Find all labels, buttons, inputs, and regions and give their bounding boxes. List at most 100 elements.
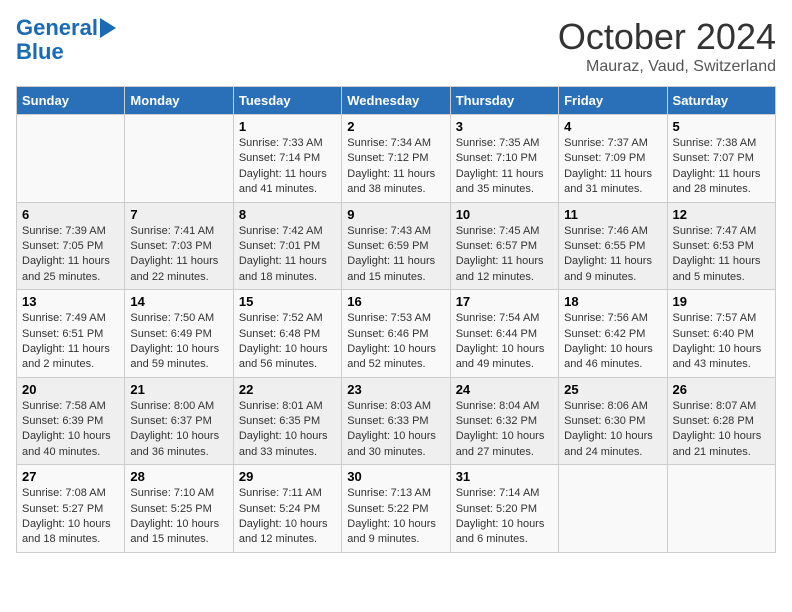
cell-details: Sunrise: 7:35 AMSunset: 7:10 PMDaylight:…: [456, 136, 553, 198]
calendar-cell: 30 Sunrise: 7:13 AMSunset: 5:22 PMDayligh…: [342, 465, 450, 553]
day-number: 21: [130, 382, 227, 397]
logo: General Blue: [16, 16, 116, 64]
calendar-cell: 15 Sunrise: 7:52 AMSunset: 6:48 PMDayligh…: [233, 290, 341, 378]
day-number: 7: [130, 207, 227, 222]
calendar-cell: 28Sunrise: 7:10 AMSunset: 5:25 PMDayligh…: [125, 465, 233, 553]
cell-details: Sunrise: 8:06 AMSunset: 6:30 PMDaylight:…: [564, 399, 661, 461]
calendar-cell: 19 Sunrise: 7:57 AMSunset: 6:40 PMDayligh…: [667, 290, 775, 378]
day-number: 17: [456, 294, 553, 309]
logo-text: General: [16, 16, 98, 40]
calendar-cell: 13 Sunrise: 7:49 AMSunset: 6:51 PMDayligh…: [17, 290, 125, 378]
day-number: 10: [456, 207, 553, 222]
calendar-cell: 17 Sunrise: 7:54 AMSunset: 6:44 PMDayligh…: [450, 290, 558, 378]
col-header-thursday: Thursday: [450, 87, 558, 115]
day-number: 25: [564, 382, 661, 397]
calendar-cell: [125, 115, 233, 203]
day-number: 15: [239, 294, 336, 309]
day-number: 3: [456, 119, 553, 134]
calendar-cell: 21 Sunrise: 8:00 AMSunset: 6:37 PMDayligh…: [125, 377, 233, 465]
calendar-cell: 14Sunrise: 7:50 AMSunset: 6:49 PMDayligh…: [125, 290, 233, 378]
cell-details: Sunrise: 8:00 AMSunset: 6:37 PMDaylight:…: [130, 399, 227, 461]
col-header-friday: Friday: [559, 87, 667, 115]
day-number: 6: [22, 207, 119, 222]
day-number: 18: [564, 294, 661, 309]
cell-details: Sunrise: 7:49 AMSunset: 6:51 PMDaylight:…: [22, 311, 119, 373]
location-text: Mauraz, Vaud, Switzerland: [558, 58, 776, 76]
calendar-cell: 25 Sunrise: 8:06 AMSunset: 6:30 PMDayligh…: [559, 377, 667, 465]
cell-details: Sunrise: 7:39 AMSunset: 7:05 PMDaylight:…: [22, 224, 119, 286]
cell-details: Sunrise: 7:34 AMSunset: 7:12 PMDaylight:…: [347, 136, 444, 198]
day-number: 1: [239, 119, 336, 134]
day-number: 16: [347, 294, 444, 309]
calendar-cell: 5 Sunrise: 7:38 AMSunset: 7:07 PMDaylight…: [667, 115, 775, 203]
calendar-cell: 16 Sunrise: 7:53 AMSunset: 6:46 PMDayligh…: [342, 290, 450, 378]
cell-details: Sunrise: 7:47 AMSunset: 6:53 PMDaylight:…: [673, 224, 770, 286]
day-number: 23: [347, 382, 444, 397]
day-number: 22: [239, 382, 336, 397]
calendar-table: SundayMondayTuesdayWednesdayThursdayFrid…: [16, 86, 776, 553]
cell-details: Sunrise: 7:52 AMSunset: 6:48 PMDaylight:…: [239, 311, 336, 373]
week-row-2: 6 Sunrise: 7:39 AMSunset: 7:05 PMDaylight…: [17, 202, 776, 290]
day-number: 11: [564, 207, 661, 222]
day-number: 9: [347, 207, 444, 222]
cell-details: Sunrise: 7:42 AMSunset: 7:01 PMDaylight:…: [239, 224, 336, 286]
calendar-cell: 6 Sunrise: 7:39 AMSunset: 7:05 PMDaylight…: [17, 202, 125, 290]
cell-details: Sunrise: 7:50 AMSunset: 6:49 PMDaylight:…: [130, 311, 227, 373]
cell-details: Sunrise: 8:07 AMSunset: 6:28 PMDaylight:…: [673, 399, 770, 461]
cell-details: Sunrise: 7:08 AMSunset: 5:27 PMDaylight:…: [22, 486, 119, 548]
cell-details: Sunrise: 7:14 AMSunset: 5:20 PMDaylight:…: [456, 486, 553, 548]
calendar-cell: 4Sunrise: 7:37 AMSunset: 7:09 PMDaylight…: [559, 115, 667, 203]
day-number: 19: [673, 294, 770, 309]
calendar-cell: [667, 465, 775, 553]
day-number: 24: [456, 382, 553, 397]
col-header-wednesday: Wednesday: [342, 87, 450, 115]
col-header-tuesday: Tuesday: [233, 87, 341, 115]
logo-blue-text: Blue: [16, 40, 64, 64]
day-number: 29: [239, 469, 336, 484]
calendar-cell: [559, 465, 667, 553]
cell-details: Sunrise: 8:04 AMSunset: 6:32 PMDaylight:…: [456, 399, 553, 461]
cell-details: Sunrise: 7:54 AMSunset: 6:44 PMDaylight:…: [456, 311, 553, 373]
week-row-4: 20 Sunrise: 7:58 AMSunset: 6:39 PMDayligh…: [17, 377, 776, 465]
cell-details: Sunrise: 7:33 AMSunset: 7:14 PMDaylight:…: [239, 136, 336, 198]
day-number: 8: [239, 207, 336, 222]
week-row-3: 13 Sunrise: 7:49 AMSunset: 6:51 PMDayligh…: [17, 290, 776, 378]
cell-details: Sunrise: 7:45 AMSunset: 6:57 PMDaylight:…: [456, 224, 553, 286]
cell-details: Sunrise: 8:03 AMSunset: 6:33 PMDaylight:…: [347, 399, 444, 461]
logo-arrow-icon: [100, 18, 116, 38]
cell-details: Sunrise: 7:37 AMSunset: 7:09 PMDaylight:…: [564, 136, 661, 198]
calendar-cell: 23 Sunrise: 8:03 AMSunset: 6:33 PMDayligh…: [342, 377, 450, 465]
week-row-5: 27Sunrise: 7:08 AMSunset: 5:27 PMDayligh…: [17, 465, 776, 553]
calendar-cell: 29 Sunrise: 7:11 AMSunset: 5:24 PMDayligh…: [233, 465, 341, 553]
cell-details: Sunrise: 7:38 AMSunset: 7:07 PMDaylight:…: [673, 136, 770, 198]
page-header: General Blue October 2024 Mauraz, Vaud, …: [16, 16, 776, 76]
title-block: October 2024 Mauraz, Vaud, Switzerland: [558, 16, 776, 76]
calendar-cell: 1 Sunrise: 7:33 AMSunset: 7:14 PMDaylight…: [233, 115, 341, 203]
cell-details: Sunrise: 7:43 AMSunset: 6:59 PMDaylight:…: [347, 224, 444, 286]
cell-details: Sunrise: 8:01 AMSunset: 6:35 PMDaylight:…: [239, 399, 336, 461]
calendar-cell: 26Sunrise: 8:07 AMSunset: 6:28 PMDayligh…: [667, 377, 775, 465]
col-header-monday: Monday: [125, 87, 233, 115]
cell-details: Sunrise: 7:13 AMSunset: 5:22 PMDaylight:…: [347, 486, 444, 548]
cell-details: Sunrise: 7:57 AMSunset: 6:40 PMDaylight:…: [673, 311, 770, 373]
day-number: 13: [22, 294, 119, 309]
cell-details: Sunrise: 7:41 AMSunset: 7:03 PMDaylight:…: [130, 224, 227, 286]
day-number: 12: [673, 207, 770, 222]
calendar-cell: 31Sunrise: 7:14 AMSunset: 5:20 PMDayligh…: [450, 465, 558, 553]
cell-details: Sunrise: 7:53 AMSunset: 6:46 PMDaylight:…: [347, 311, 444, 373]
day-number: 20: [22, 382, 119, 397]
cell-details: Sunrise: 7:56 AMSunset: 6:42 PMDaylight:…: [564, 311, 661, 373]
cell-details: Sunrise: 7:11 AMSunset: 5:24 PMDaylight:…: [239, 486, 336, 548]
day-number: 5: [673, 119, 770, 134]
month-title: October 2024: [558, 16, 776, 58]
cell-details: Sunrise: 7:46 AMSunset: 6:55 PMDaylight:…: [564, 224, 661, 286]
day-number: 2: [347, 119, 444, 134]
day-number: 30: [347, 469, 444, 484]
col-header-saturday: Saturday: [667, 87, 775, 115]
calendar-cell: [17, 115, 125, 203]
calendar-cell: 20 Sunrise: 7:58 AMSunset: 6:39 PMDayligh…: [17, 377, 125, 465]
cell-details: Sunrise: 7:58 AMSunset: 6:39 PMDaylight:…: [22, 399, 119, 461]
calendar-cell: 27Sunrise: 7:08 AMSunset: 5:27 PMDayligh…: [17, 465, 125, 553]
calendar-cell: 11 Sunrise: 7:46 AMSunset: 6:55 PMDayligh…: [559, 202, 667, 290]
col-header-sunday: Sunday: [17, 87, 125, 115]
